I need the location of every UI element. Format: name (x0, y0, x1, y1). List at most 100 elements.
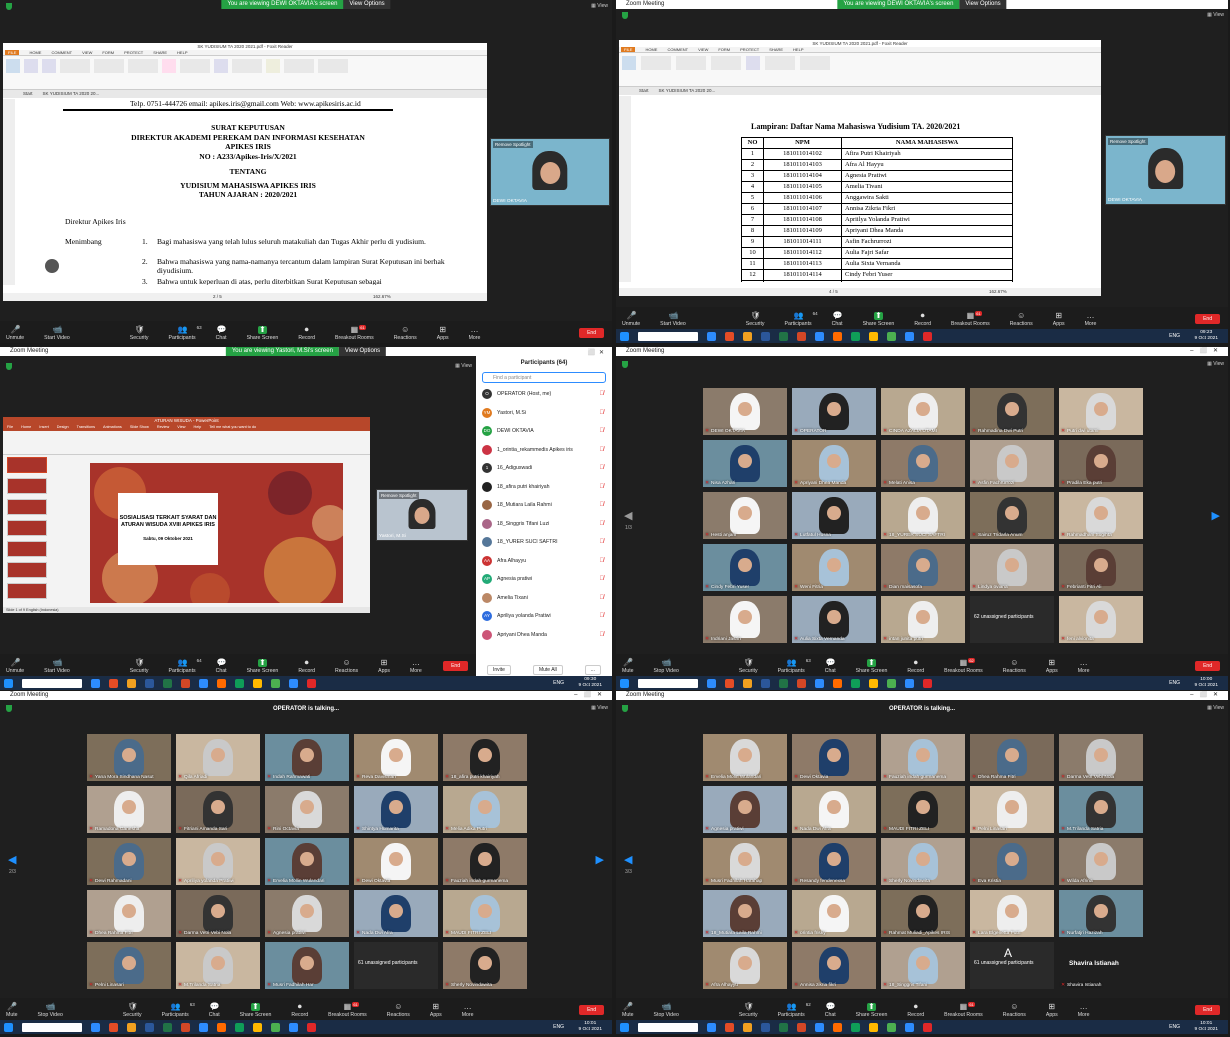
guides-icon[interactable] (765, 56, 795, 70)
participant-tile[interactable]: ✕ MAUDI FITRI ZELI (442, 889, 528, 938)
participant-tile[interactable]: ✕ Pelni Linasari (969, 785, 1055, 834)
taskbar-app-icon[interactable] (815, 678, 824, 688)
taskbar-app-icon[interactable] (833, 331, 842, 341)
taskbar-app-icon[interactable] (833, 678, 842, 688)
unmute-button[interactable]: 🎤 Unmute (6, 326, 24, 342)
more-button[interactable]: … More (1078, 1003, 1090, 1019)
participant-tile[interactable]: ✕ Rahmadhani Sugihta (1058, 491, 1144, 540)
security-button[interactable]: 🛡 Security (130, 326, 149, 342)
ribbon-tab[interactable]: PROTECT (740, 47, 759, 52)
share-screen-button[interactable]: ⬆ Share Screen (863, 312, 895, 328)
apps-button[interactable]: ⊞ Apps (1046, 1003, 1058, 1019)
annotation-icon[interactable] (42, 59, 56, 73)
participant-tile[interactable]: ✕ Afra Alhayyu (702, 941, 788, 990)
participant-tile[interactable]: ✕ Rini Octavia (264, 785, 350, 834)
taskbar-app-icon[interactable] (761, 678, 770, 688)
participant-tile[interactable]: ✕ Agnesia pratiwi (264, 889, 350, 938)
apps-button[interactable]: ⊞ Apps (437, 326, 449, 342)
reactions-button[interactable]: ☺ Reactions (335, 659, 358, 675)
breakout-rooms-button[interactable]: ▦ 61 Breakout Rooms (335, 325, 374, 341)
participant-tile[interactable]: ✕ OPERATOR (791, 387, 877, 436)
taskbar-app-icon[interactable] (181, 678, 190, 688)
taskbar-app-icon[interactable] (638, 678, 698, 688)
taskbar-app-icon[interactable] (235, 1022, 244, 1032)
highlight-icon[interactable] (180, 59, 210, 73)
record-button[interactable]: ⏺ Record (298, 326, 315, 342)
ribbon-tab[interactable]: SHARE (153, 50, 167, 55)
taskbar-app-icon[interactable] (725, 1022, 734, 1032)
taskbar-clock[interactable]: 10:01 9 Oct 2021 (579, 1021, 602, 1033)
taskbar-app-icon[interactable] (22, 1022, 82, 1032)
mute-all-button[interactable]: Mute All (532, 665, 563, 675)
unmute-button[interactable]: 🎤 Unmute (622, 312, 640, 328)
participant-row[interactable]: Apriyani Dhea Manda 🎙̸ (476, 626, 612, 645)
taskbar-app-icon[interactable] (253, 678, 262, 688)
window-controls[interactable]: –⬜✕ (1190, 347, 1224, 356)
participants-button[interactable]: 👥 63 Participants (778, 658, 811, 674)
participant-tile[interactable]: ✕ Pelni Linasari (86, 941, 172, 990)
snapshot-icon[interactable] (60, 59, 90, 73)
taskbar-app-icon[interactable] (163, 678, 172, 688)
participant-tile[interactable]: ✕ Lutfatul Husna (791, 491, 877, 540)
participant-tile[interactable]: ✕ Lara Elgenetta Putri (969, 889, 1055, 938)
ribbon-tab[interactable]: SHARE (769, 47, 783, 52)
taskbar-app-icon[interactable] (923, 331, 932, 341)
participant-tile[interactable]: ✕ Qila Afriadi (175, 733, 261, 782)
chat-button[interactable]: 💬 Chat (216, 659, 227, 675)
taskbar-app-icon[interactable] (22, 678, 82, 688)
taskbar-app-icon[interactable] (91, 1022, 100, 1032)
from-file-icon[interactable] (214, 59, 228, 73)
participant-tile[interactable]: ✕ Agnesia pratiwi (702, 785, 788, 834)
taskbar-app-icon[interactable] (815, 331, 824, 341)
participant-tile[interactable]: ✕ Eva Kristia (969, 837, 1055, 886)
taskbar-app-icon[interactable] (109, 1022, 118, 1032)
breakout-rooms-button[interactable]: ▦ 61 Breakout Rooms (328, 1002, 367, 1018)
participant-tile[interactable]: ✕ Sherly Novindawita (442, 941, 528, 990)
participant-tile[interactable]: ✕ Cindy Febri Yuser (702, 543, 788, 592)
taskbar-app-icon[interactable] (887, 1022, 896, 1032)
slide-thumbnail[interactable] (7, 499, 47, 515)
ribbon-tab[interactable]: HOME (29, 50, 41, 55)
taskbar-app-icon[interactable] (271, 678, 280, 688)
taskbar-app-icon[interactable] (725, 331, 734, 341)
chat-button[interactable]: 💬 Chat (825, 659, 836, 675)
participant-tile[interactable]: ✕ Dewi Rahmadani (86, 837, 172, 886)
participants-button[interactable]: 👥 62 Participants (778, 1002, 811, 1018)
muted-mic-icon[interactable]: 🎙̸ (600, 558, 605, 564)
participant-tile[interactable]: ✕ Fitriani Amanda Sari (175, 785, 261, 834)
ribbon-tab[interactable]: VIEW (698, 47, 708, 52)
taskbar-app-icon[interactable] (307, 1022, 316, 1032)
taskbar-app-icon[interactable] (181, 1022, 190, 1032)
breakout-rooms-button[interactable]: ▦ 61 Breakout Rooms (944, 1002, 983, 1018)
ribbon-tab[interactable]: COMMENT (51, 50, 72, 55)
participant-tile[interactable]: ✕ MAUDI FITRI ZELI (880, 785, 966, 834)
participant-tile[interactable]: ✕ Melati Anisa (880, 439, 966, 488)
stop-video-button[interactable]: 📹 Stop Video (654, 659, 679, 675)
participant-row[interactable]: AP Agnesia pratiwi 🎙̸ (476, 570, 612, 589)
language-indicator[interactable]: ENG (553, 1024, 564, 1030)
participants-button[interactable]: 👥 64 Participants (169, 658, 202, 674)
taskbar-app-icon[interactable] (905, 331, 914, 341)
participant-tile[interactable]: ✕ Reva Davisman (353, 733, 439, 782)
stop-video-button[interactable]: 📹 Stop Video (654, 1003, 679, 1019)
slide-thumbnail[interactable] (7, 520, 47, 536)
taskbar-app-icon[interactable] (707, 678, 716, 688)
page-indicator[interactable]: 2 / 5 (213, 294, 222, 299)
taskbar-app-icon[interactable] (289, 678, 298, 688)
apps-button[interactable]: ⊞ Apps (1053, 312, 1065, 328)
taskbar-app-icon[interactable] (163, 1022, 172, 1032)
taskbar-app-icon[interactable] (779, 1022, 788, 1032)
unassigned-participants-tile[interactable]: 61 unassigned participants (353, 941, 439, 990)
participant-tile[interactable]: ✕ Aulia Sixta Vernanda (791, 595, 877, 644)
unassigned-participants-tile[interactable]: 61 unassigned participants A (969, 941, 1055, 990)
muted-mic-icon[interactable]: 🎙̸ (600, 447, 605, 453)
participant-tile[interactable]: ✕ Dhea Rahma Fitri (969, 733, 1055, 782)
participant-tile[interactable]: ✕ CINDA AZALIA UTAMI (880, 387, 966, 436)
spotlight-video[interactable]: Remove Spotlight DEWI OKTAVIA (1105, 135, 1226, 205)
view-button[interactable]: ▦ View (591, 705, 608, 711)
muted-mic-icon[interactable]: 🎙̸ (600, 613, 605, 619)
taskbar-app-icon[interactable] (127, 678, 136, 688)
ribbon-tab[interactable]: FORM (718, 47, 730, 52)
participant-row[interactable]: 18_Singgris Tifani Luzi 🎙̸ (476, 515, 612, 534)
share-screen-button[interactable]: ⬆ Share Screen (856, 659, 888, 675)
